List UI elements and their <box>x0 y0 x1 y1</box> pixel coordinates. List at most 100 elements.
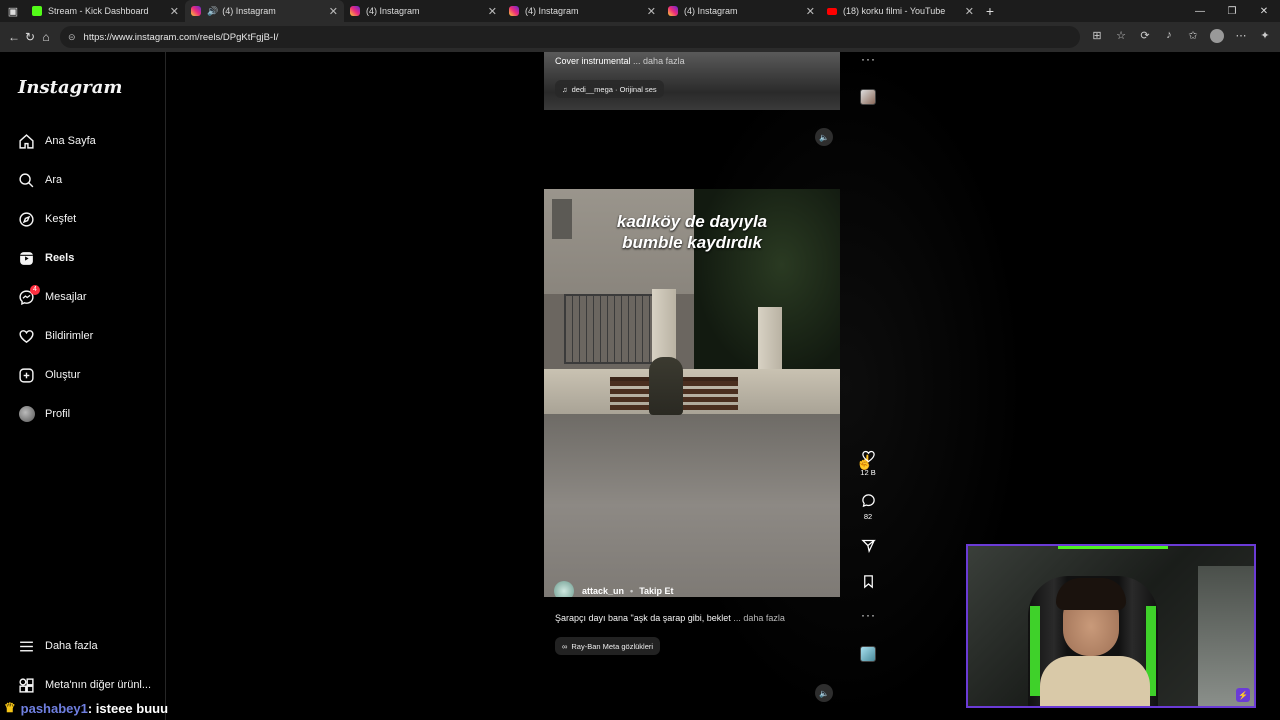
like-button[interactable]: 12 B <box>856 449 880 477</box>
more-options-icon[interactable]: ··· <box>861 608 876 622</box>
url-field[interactable]: ⊝ https://www.instagram.com/reels/DPgKtF… <box>60 26 1080 48</box>
hamburger-icon <box>18 638 35 655</box>
sidebar-item-search[interactable]: Ara <box>18 168 62 192</box>
tab-title: Stream - Kick Dashboard <box>48 6 149 16</box>
sidebar-item-explore[interactable]: Keşfet <box>18 207 76 231</box>
instagram-logo[interactable]: Instagram <box>18 77 122 98</box>
more-link[interactable]: ... daha fazla <box>733 613 785 623</box>
minimize-icon[interactable]: — <box>1184 0 1216 22</box>
restore-icon[interactable]: ❐ <box>1216 0 1248 22</box>
sidebar-item-label: Bildirimler <box>45 330 94 342</box>
instagram-icon <box>509 6 519 16</box>
close-window-icon[interactable]: ✕ <box>1248 0 1280 22</box>
sidebar-item-label: Mesajlar <box>45 291 87 303</box>
bookmark-icon <box>856 574 880 590</box>
copilot-icon[interactable]: ✦ <box>1256 29 1274 46</box>
sidebar-item-notifications[interactable]: Bildirimler <box>18 324 93 348</box>
new-tab-button[interactable]: + <box>980 3 1000 19</box>
chat-message: : isteee buuu <box>87 700 169 716</box>
video-ground <box>544 414 840 597</box>
app-available-icon[interactable]: ⊞ <box>1088 29 1106 46</box>
sidebar-item-label: Reels <box>45 252 75 264</box>
tab-title: (4) Instagram <box>525 6 579 16</box>
product-chip[interactable]: ∞ Ray-Ban Meta gözlükleri <box>555 637 661 655</box>
sidebar-item-label: Meta'nın diğer ürünl... <box>45 679 152 691</box>
close-icon[interactable]: ✕ <box>488 5 497 18</box>
profile-avatar[interactable] <box>1208 28 1226 46</box>
close-icon[interactable]: ✕ <box>647 5 656 18</box>
music-note-icon: ♫ <box>562 84 568 94</box>
sidebar-item-label: Daha fazla <box>45 640 98 652</box>
sidebar-item-meta[interactable]: Meta'nın diğer ürünl... <box>18 673 151 697</box>
follow-button[interactable]: Takip Et <box>639 586 673 596</box>
save-button[interactable] <box>856 574 880 590</box>
back-icon[interactable]: ← <box>6 30 22 44</box>
audio-chip[interactable]: ♫ dedi__mega · Orijinal ses <box>555 80 664 98</box>
more-link[interactable]: ... daha fazla <box>633 56 685 66</box>
sidebar-item-reels[interactable]: Reels <box>18 246 74 270</box>
audio-thumbnail[interactable] <box>860 646 876 662</box>
video-fence <box>564 294 654 364</box>
notification-badge: 4 <box>30 284 40 295</box>
like-count: 12 B <box>860 468 876 477</box>
volume-icon[interactable]: 🔈 <box>815 684 833 702</box>
plus-square-icon <box>18 367 35 384</box>
reel-author: attack_un • Takip Et <box>554 581 674 597</box>
chat-username: pashabey1 <box>20 700 88 716</box>
tab-instagram-active[interactable]: 🔊 (4) Instagram ✕ <box>185 0 344 22</box>
home-browser-icon[interactable]: ⌂ <box>38 30 54 44</box>
tab-instagram[interactable]: (4) Instagram ✕ <box>662 0 821 22</box>
address-toolbar: ← ↻ ⌂ ⊝ https://www.instagram.com/reels/… <box>0 22 1280 52</box>
sidebar-item-label: Ara <box>45 174 63 186</box>
sidebar-item-profile[interactable]: Profil <box>18 402 70 426</box>
close-icon[interactable]: ✕ <box>329 5 338 18</box>
tab-instagram[interactable]: (4) Instagram ✕ <box>344 0 503 22</box>
search-icon <box>18 172 35 189</box>
more-options-icon[interactable]: ··· <box>861 52 876 66</box>
kick-icon <box>32 6 42 16</box>
instagram-icon <box>350 6 360 16</box>
sidebar-item-create[interactable]: Oluştur <box>18 363 80 387</box>
sync-icon[interactable]: ♪ <box>1160 29 1178 46</box>
sidebar-item-home[interactable]: Ana Sayfa <box>18 129 96 153</box>
close-icon[interactable]: ✕ <box>965 5 974 18</box>
favorites-icon[interactable]: ✩ <box>1184 29 1202 46</box>
reel-video[interactable]: kadıköy de dayıyla bumble kaydırdık atta… <box>544 189 840 597</box>
extensions-icon[interactable]: ⟳ <box>1136 29 1154 46</box>
previous-reel-video[interactable]: Cover instrumental ... daha fazla ♫ dedi… <box>544 52 840 110</box>
close-icon[interactable]: ✕ <box>170 5 179 18</box>
send-icon <box>856 538 880 554</box>
refresh-icon[interactable]: ↻ <box>22 30 38 44</box>
meta-apps-icon <box>18 677 35 694</box>
audio-thumbnail[interactable] <box>860 89 876 105</box>
tab-actions-icon[interactable]: ▣ <box>0 0 26 22</box>
home-icon <box>18 133 35 150</box>
comment-count: 82 <box>863 512 873 521</box>
webcam-overlay: ⚡ <box>966 544 1256 708</box>
tab-title: (4) Instagram <box>684 6 738 16</box>
tab-kick[interactable]: Stream - Kick Dashboard ✕ <box>26 0 185 22</box>
heart-icon <box>18 328 35 345</box>
speaker-icon[interactable]: 🔊 <box>207 6 218 17</box>
favorite-star-icon[interactable]: ☆ <box>1112 29 1130 46</box>
instagram-icon <box>668 6 678 16</box>
share-button[interactable] <box>856 538 880 554</box>
tab-youtube[interactable]: (18) korku filmi - YouTube ✕ <box>821 0 980 22</box>
reel-overlay-text: kadıköy de dayıyla bumble kaydırdık <box>616 212 768 252</box>
site-info-icon[interactable]: ⊝ <box>68 32 76 43</box>
youtube-icon <box>827 7 837 15</box>
sidebar-item-messages[interactable]: 4 Mesajlar <box>18 284 87 309</box>
tab-title: (18) korku filmi - YouTube <box>843 6 946 16</box>
volume-icon[interactable]: 🔈 <box>815 128 833 146</box>
heart-icon <box>856 449 880 465</box>
author-username[interactable]: attack_un <box>582 586 624 596</box>
author-avatar[interactable] <box>554 581 574 597</box>
comment-button[interactable]: 82 <box>856 493 880 521</box>
toolbar-icons: ⊞ ☆ ⟳ ♪ ✩ ⋯ ✦ <box>1088 28 1274 46</box>
menu-dots-icon[interactable]: ⋯ <box>1232 29 1250 46</box>
reels-icon <box>18 250 35 267</box>
sidebar-item-more[interactable]: Daha fazla <box>18 634 98 658</box>
close-icon[interactable]: ✕ <box>806 5 815 18</box>
tab-instagram[interactable]: (4) Instagram ✕ <box>503 0 662 22</box>
comment-icon <box>856 493 880 509</box>
